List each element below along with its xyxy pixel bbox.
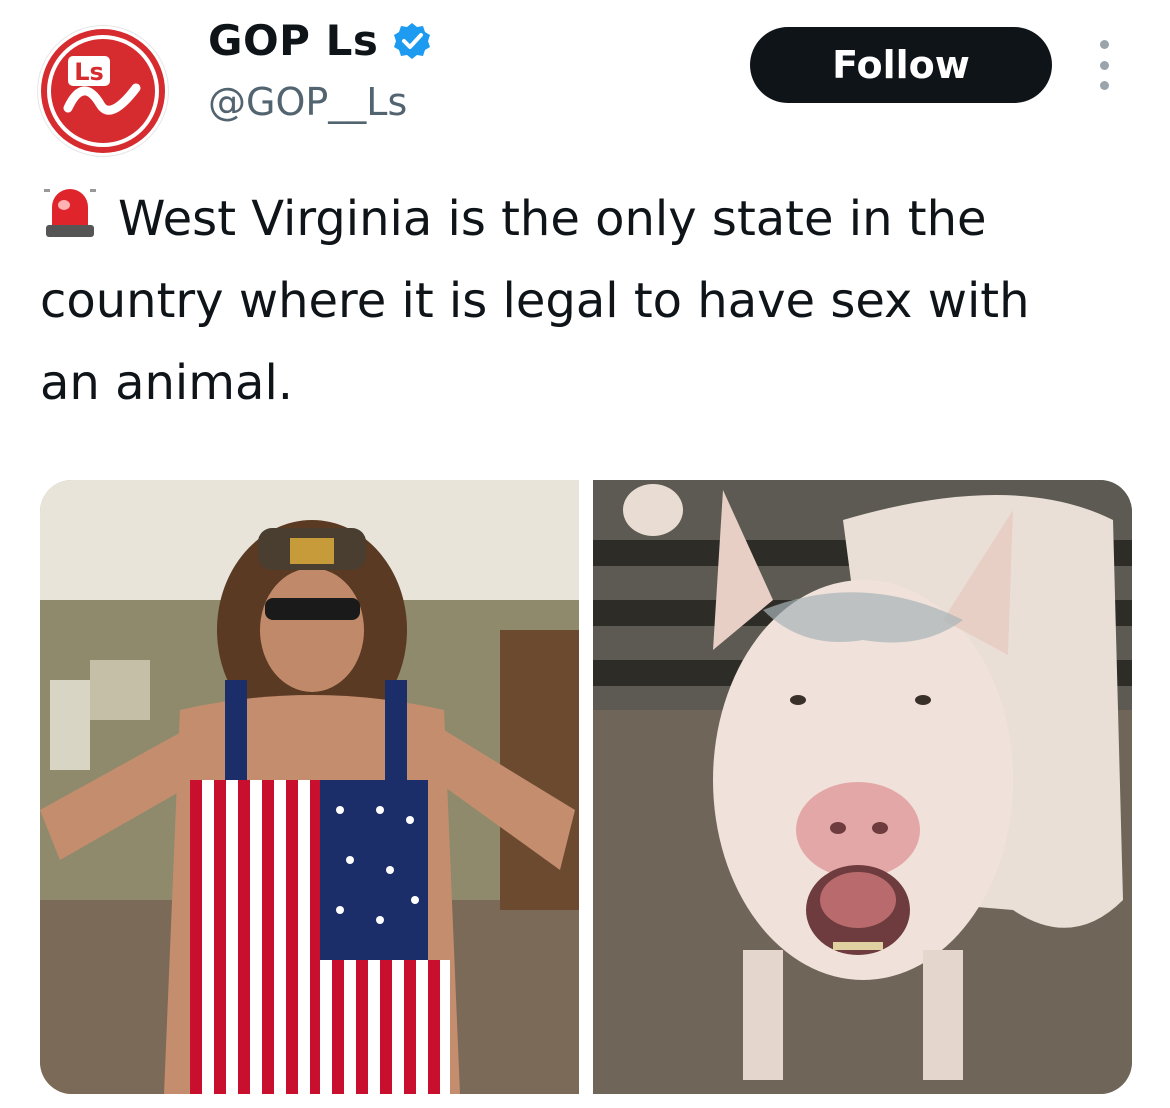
- media-photo-pig[interactable]: [593, 480, 1132, 1094]
- gop-ls-logo-icon: Ls: [41, 29, 165, 153]
- author-avatar[interactable]: Ls: [38, 26, 168, 156]
- follow-button[interactable]: Follow: [750, 27, 1052, 103]
- tweet-media-grid[interactable]: [40, 480, 1132, 1094]
- svg-text:Ls: Ls: [74, 58, 104, 86]
- siren-icon: [44, 189, 96, 237]
- verified-badge-icon: [394, 22, 431, 59]
- man-in-flag-overalls-photo-icon: [40, 480, 579, 1094]
- pig-photo-icon: [593, 480, 1132, 1094]
- author-display-name[interactable]: GOP Ls: [208, 16, 378, 65]
- tweet-body: West Virginia is the only state in the c…: [40, 191, 1030, 411]
- more-options-icon[interactable]: [1090, 40, 1118, 90]
- author-name-row[interactable]: GOP Ls: [208, 16, 432, 65]
- media-photo-man[interactable]: [40, 480, 579, 1094]
- tweet-text: West Virginia is the only state in the c…: [40, 178, 1100, 424]
- author-handle[interactable]: @GOP__Ls: [208, 80, 407, 124]
